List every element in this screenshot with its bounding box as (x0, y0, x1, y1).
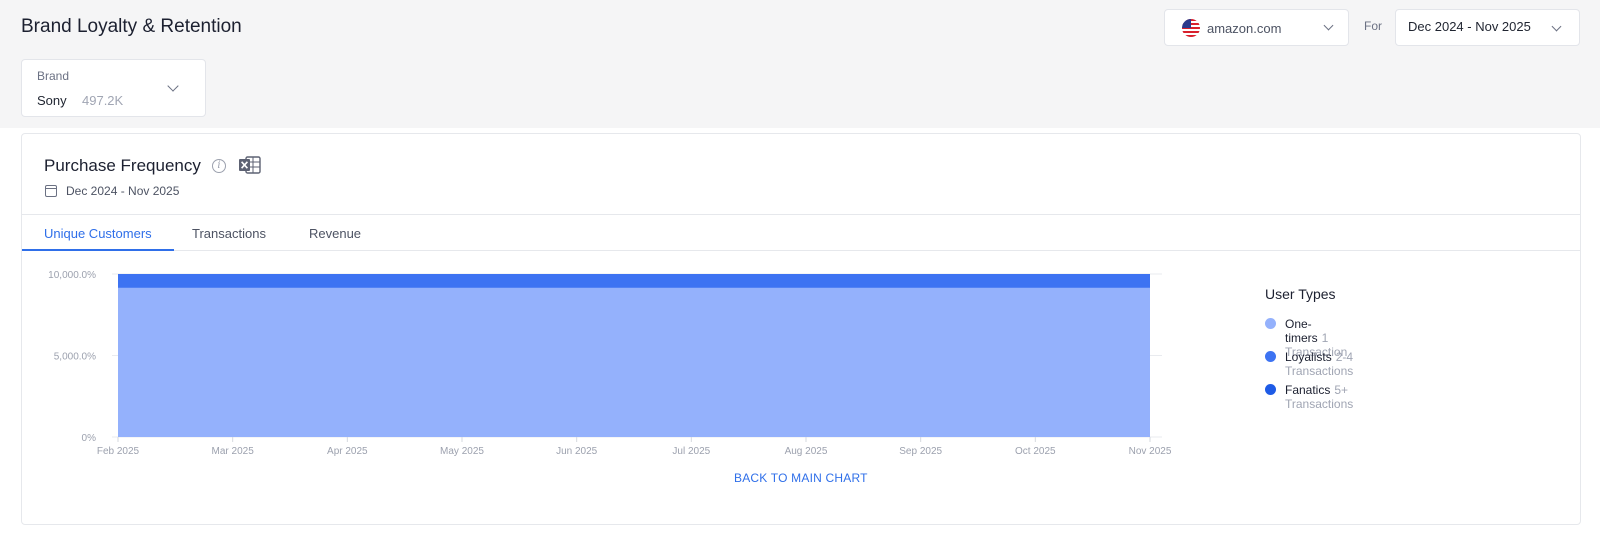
x-tick-label: Jun 2025 (556, 446, 598, 457)
legend-label: Loyalists (1285, 350, 1332, 364)
chevron-down-icon (1323, 20, 1334, 31)
tab-unique-customers[interactable]: Unique Customers (44, 226, 152, 241)
brand-name: Sony (37, 93, 67, 108)
metric-tabs: Unique Customers Transactions Revenue (22, 214, 1580, 251)
x-tick-label: May 2025 (440, 446, 484, 457)
chevron-down-icon (1551, 21, 1562, 32)
legend: User Types One-timers 1 Transaction Loyal… (1265, 286, 1353, 415)
legend-dot (1265, 318, 1276, 329)
page-title: Brand Loyalty & Retention (21, 16, 242, 37)
legend-label: Fanatics (1285, 383, 1331, 397)
card-title: Purchase Frequency (44, 156, 201, 175)
date-range-value: Dec 2024 - Nov 2025 (1408, 19, 1531, 34)
tab-transactions[interactable]: Transactions (192, 226, 266, 241)
us-flag-icon (1182, 19, 1200, 37)
site-select-value: amazon.com (1207, 21, 1282, 36)
date-range-select[interactable]: Dec 2024 - Nov 2025 (1395, 9, 1580, 46)
for-label: For (1364, 19, 1382, 33)
legend-label: One-timers (1285, 317, 1318, 345)
card-date-range: Dec 2024 - Nov 2025 (66, 184, 180, 198)
legend-item-loyalists[interactable]: Loyalists 2-4 Transactions (1265, 349, 1353, 382)
brand-count: 497.2K (82, 93, 124, 108)
calendar-icon (45, 185, 57, 197)
area-series-loyalists (118, 274, 1150, 288)
legend-item-fanatics[interactable]: Fanatics 5+ Transactions (1265, 382, 1353, 415)
legend-dot (1265, 384, 1276, 395)
area-series-one-timers (118, 287, 1150, 437)
back-to-main-chart-link[interactable]: BACK TO MAIN CHART (734, 471, 868, 485)
info-icon[interactable]: i (212, 159, 226, 173)
x-tick-label: Aug 2025 (785, 446, 828, 457)
chevron-down-icon (167, 80, 179, 92)
tab-revenue[interactable]: Revenue (309, 226, 361, 241)
x-tick-label: Feb 2025 (97, 446, 140, 457)
brand-select[interactable]: Brand Sony 497.2K (21, 59, 206, 117)
x-tick-label: Jul 2025 (672, 446, 710, 457)
y-tick-label: 5,000.0% (54, 352, 96, 363)
legend-dot (1265, 351, 1276, 362)
x-tick-label: Nov 2025 (1129, 446, 1172, 457)
x-tick-label: Mar 2025 (212, 446, 255, 457)
brand-caption: Brand (37, 69, 70, 83)
purchase-frequency-card: Purchase Frequency i Dec 2024 - Nov 2025… (21, 133, 1581, 525)
x-tick-label: Sep 2025 (899, 446, 942, 457)
legend-item-one-timers[interactable]: One-timers 1 Transaction (1265, 316, 1347, 359)
top-bar: Brand Loyalty & Retention amazon.com For… (0, 0, 1600, 128)
active-tab-indicator (22, 249, 174, 251)
x-tick-label: Apr 2025 (327, 446, 368, 457)
excel-export-icon[interactable] (239, 155, 261, 175)
y-tick-label: 0% (82, 433, 97, 444)
site-select[interactable]: amazon.com (1164, 9, 1349, 46)
purchase-frequency-chart: 10,000.0% 5,000.0% 0%Feb 2025 Mar 2025 Apr 2… (48, 270, 1172, 457)
legend-title: User Types (1265, 286, 1336, 302)
x-tick-label: Oct 2025 (1015, 446, 1056, 457)
y-tick-label: 10,000.0% (48, 270, 96, 281)
